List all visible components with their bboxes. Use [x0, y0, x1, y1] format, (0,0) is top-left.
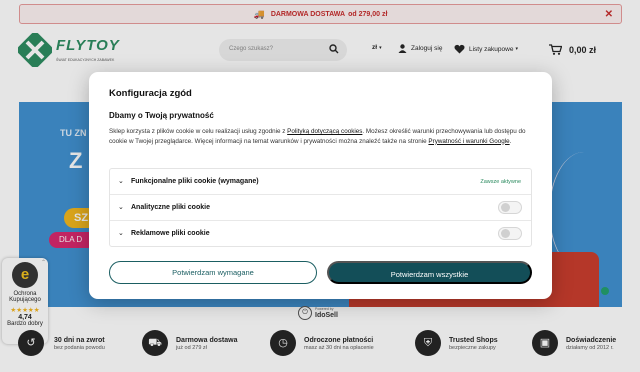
marketing-toggle[interactable]	[498, 227, 522, 240]
dialog-subtitle: Dbamy o Twoją prywatność	[109, 111, 214, 120]
dialog-description: Sklep korzysta z plików cookie w celu re…	[109, 128, 526, 145]
chevron-down-icon[interactable]: ⌄	[118, 229, 124, 237]
chevron-down-icon[interactable]: ⌄	[118, 203, 124, 211]
cookie-consent-dialog: Konfiguracja zgód Dbamy o Twoją prywatno…	[89, 72, 552, 299]
confirm-all-button[interactable]: Potwierdzam wszystkie	[327, 261, 532, 284]
cookie-row-label: Analityczne pliki cookie	[131, 204, 210, 211]
dialog-title: Konfiguracja zgód	[109, 88, 192, 99]
cookie-row-label: Funkcjonalne pliki cookie (wymagane)	[131, 178, 259, 185]
cookie-row-marketing[interactable]: ⌄ Reklamowe pliki cookie	[110, 221, 531, 247]
always-active-label: Zawsze aktywne	[480, 179, 521, 185]
google-privacy-link[interactable]: Prywatność i warunki Google	[428, 138, 509, 145]
confirm-required-button[interactable]: Potwierdzam wymagane	[109, 261, 317, 284]
analytics-toggle[interactable]	[498, 201, 522, 214]
cookie-row-functional[interactable]: ⌄ Funkcjonalne pliki cookie (wymagane) Z…	[110, 169, 531, 195]
cookie-row-label: Reklamowe pliki cookie	[131, 230, 210, 237]
chevron-down-icon[interactable]: ⌄	[118, 177, 124, 185]
cookie-categories: ⌄ Funkcjonalne pliki cookie (wymagane) Z…	[109, 168, 532, 247]
cookie-row-analytics[interactable]: ⌄ Analityczne pliki cookie	[110, 195, 531, 221]
cookie-policy-link[interactable]: Polityką dotyczącą cookies	[287, 128, 362, 135]
